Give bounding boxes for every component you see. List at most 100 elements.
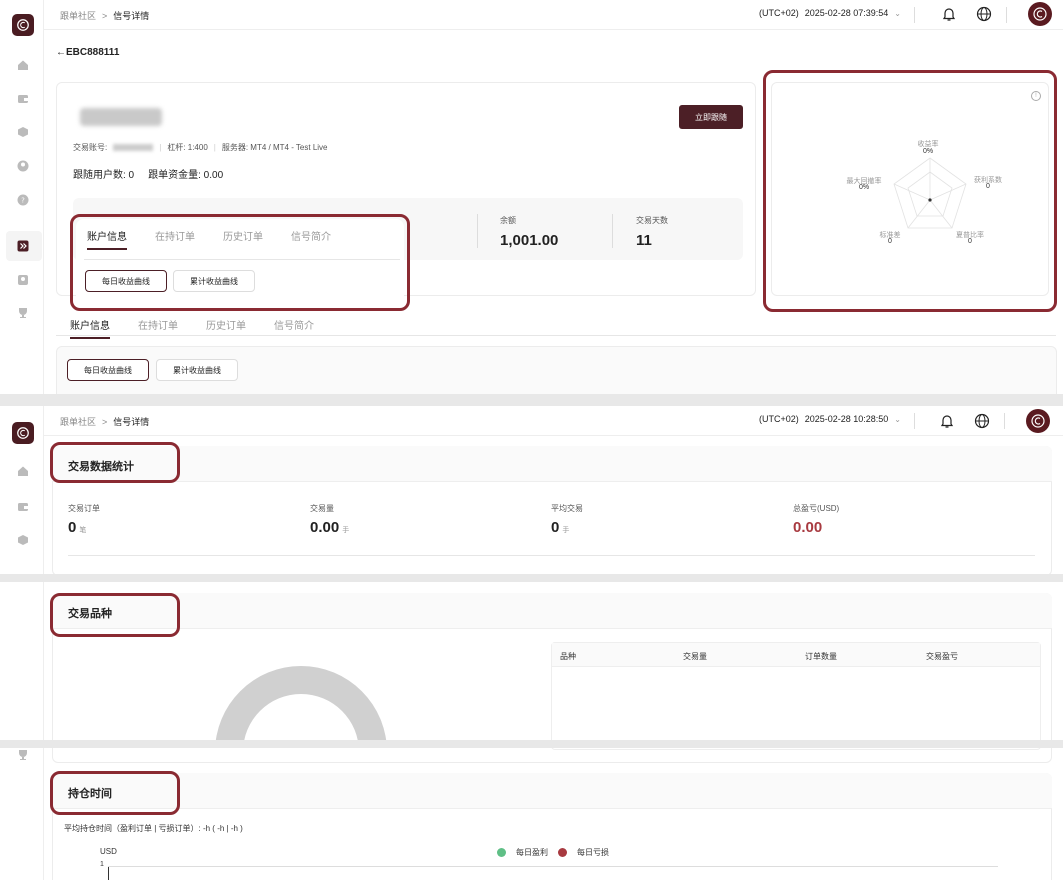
account-number-blurred: [113, 144, 154, 151]
globe-icon[interactable]: [976, 6, 992, 22]
screenshot-separator: [0, 574, 1063, 582]
legend-profit-label: 每日盈利: [516, 848, 548, 857]
sidebar: [0, 406, 44, 880]
followers-count: 跟随用户数: 0: [73, 170, 135, 181]
holding-y-unit: USD: [100, 847, 117, 856]
badge-icon[interactable]: [17, 274, 29, 286]
holding-y-tick: 1: [100, 861, 104, 868]
logo-icon: [17, 427, 29, 439]
col-symbol: 品种: [560, 652, 576, 661]
cumulative-curve-button[interactable]: 累计收益曲线: [156, 359, 238, 381]
stats-bottom-rule: [68, 555, 1035, 556]
balance-value: 1,001.00: [500, 232, 559, 249]
stat-avg-label: 平均交易: [551, 504, 583, 513]
highlight-holding: [50, 771, 180, 815]
home-icon[interactable]: [17, 465, 29, 477]
follow-button[interactable]: 立即跟随: [679, 105, 743, 129]
follow-funds: 跟单资金量: 0.00: [148, 170, 224, 181]
breadcrumb-root[interactable]: 跟单社区: [60, 9, 96, 22]
highlight-radar: [763, 70, 1057, 312]
chevron-down-icon: ⌄: [894, 8, 901, 18]
copy-trading-icon[interactable]: [17, 240, 29, 252]
screenshot-separator: [0, 394, 1063, 406]
daily-curve-button[interactable]: 每日收益曲线: [67, 359, 149, 381]
divider: [914, 7, 915, 23]
datetime-label: 2025-02-28 10:28:50: [804, 414, 889, 424]
back-link[interactable]: ←EBC888111: [56, 47, 119, 58]
avatar-logo-icon: [1033, 7, 1047, 21]
stat-volume-number: 0.00: [310, 519, 340, 536]
help-icon[interactable]: ?: [17, 194, 29, 206]
app-logo[interactable]: [12, 422, 34, 444]
stat-volume-label: 交易量: [310, 504, 334, 513]
info-divider: |: [213, 143, 216, 152]
symbols-donut-chart: [215, 666, 387, 742]
stat-orders-value: 0笔: [68, 519, 86, 536]
highlight-symbols: [50, 593, 180, 637]
timezone-label: (UTC+02): [758, 8, 799, 18]
days-value: 11: [636, 232, 652, 249]
stat-orders-unit: 笔: [79, 527, 87, 534]
holding-legend: 每日盈利 每日亏损: [497, 847, 609, 858]
divider: [1004, 413, 1005, 429]
top-pane: ? 跟单社区 > 信号详情 (UTC+02) 2025-02-28 07:39:…: [0, 0, 1063, 394]
sidebar: ?: [0, 0, 44, 394]
follow-stats-row: 跟随用户数: 0 跟单资金量: 0.00: [73, 166, 223, 181]
divider: [1006, 7, 1007, 23]
col-order-count: 订单数量: [805, 652, 837, 661]
trophy-icon[interactable]: [17, 749, 29, 761]
breadcrumb-separator: >: [102, 10, 108, 21]
account-label: 交易账号:: [73, 143, 108, 152]
tabs-main-underline: [56, 335, 1056, 336]
holding-y-axis: [108, 866, 109, 880]
divider: [914, 413, 915, 429]
svg-text:?: ?: [21, 197, 25, 205]
datetime-label: 2025-02-28 07:39:54: [804, 8, 889, 18]
divider: [612, 214, 613, 248]
bottom-pane: 跟单社区 > 信号详情 (UTC+02) 2025-02-28 10:28:50…: [0, 406, 1063, 880]
stat-volume-unit: 手: [342, 527, 350, 534]
stat-pnl-value: 0.00: [793, 519, 823, 536]
stat-orders-number: 0: [68, 519, 77, 536]
timezone-selector[interactable]: (UTC+02) 2025-02-28 07:39:54 ⌄: [759, 8, 901, 18]
holding-header: [52, 773, 1052, 809]
trade-stats-header: [52, 446, 1052, 482]
account-info-row: 交易账号: | 杠杆: 1:400 | 服务器: MT4 / MT4 - Tes…: [73, 142, 328, 153]
breadcrumb: 跟单社区 > 信号详情: [60, 9, 149, 22]
breadcrumb-root[interactable]: 跟单社区: [60, 415, 96, 428]
logo-icon: [17, 19, 29, 31]
stat-avg-value: 0手: [551, 519, 569, 536]
info-divider: |: [159, 143, 162, 152]
timezone-selector[interactable]: (UTC+02) 2025-02-28 10:28:50 ⌄: [759, 414, 901, 424]
wallet-icon[interactable]: [17, 501, 29, 513]
avatar[interactable]: [1028, 2, 1052, 26]
user-icon[interactable]: [17, 160, 29, 172]
bell-icon[interactable]: [939, 413, 955, 429]
topbar: 跟单社区 > 信号详情 (UTC+02) 2025-02-28 07:39:54…: [44, 0, 1063, 30]
chevron-down-icon: ⌄: [894, 414, 901, 424]
cube-icon[interactable]: [17, 126, 29, 138]
avatar[interactable]: [1026, 409, 1050, 433]
home-icon[interactable]: [17, 59, 29, 71]
app-logo[interactable]: [12, 14, 34, 36]
divider: [477, 214, 478, 248]
breadcrumb-current: 信号详情: [113, 11, 150, 21]
trophy-icon[interactable]: [17, 307, 29, 319]
holding-subtitle: 平均持仓时间（盈利订单 | 亏损订单）: -h ( -h | -h ): [64, 824, 243, 833]
bell-icon[interactable]: [941, 6, 957, 22]
highlight-trade-stats: [50, 442, 180, 483]
wallet-icon[interactable]: [17, 93, 29, 105]
signal-name-blurred: [80, 108, 162, 126]
col-volume: 交易量: [683, 652, 707, 661]
timezone-label: (UTC+02): [758, 414, 799, 424]
stat-orders-label: 交易订单: [68, 504, 100, 513]
topbar: 跟单社区 > 信号详情 (UTC+02) 2025-02-28 10:28:50…: [44, 406, 1063, 436]
stat-volume-value: 0.00 手: [310, 519, 349, 536]
cube-icon[interactable]: [17, 534, 29, 546]
server-label: 服务器: MT4 / MT4 - Test Live: [221, 143, 328, 152]
highlight-tabs: [70, 214, 410, 311]
stat-pnl-label: 总盈亏(USD): [793, 504, 840, 513]
globe-icon[interactable]: [974, 413, 990, 429]
breadcrumb: 跟单社区 > 信号详情: [60, 415, 149, 428]
screenshot-separator: [0, 740, 1063, 748]
